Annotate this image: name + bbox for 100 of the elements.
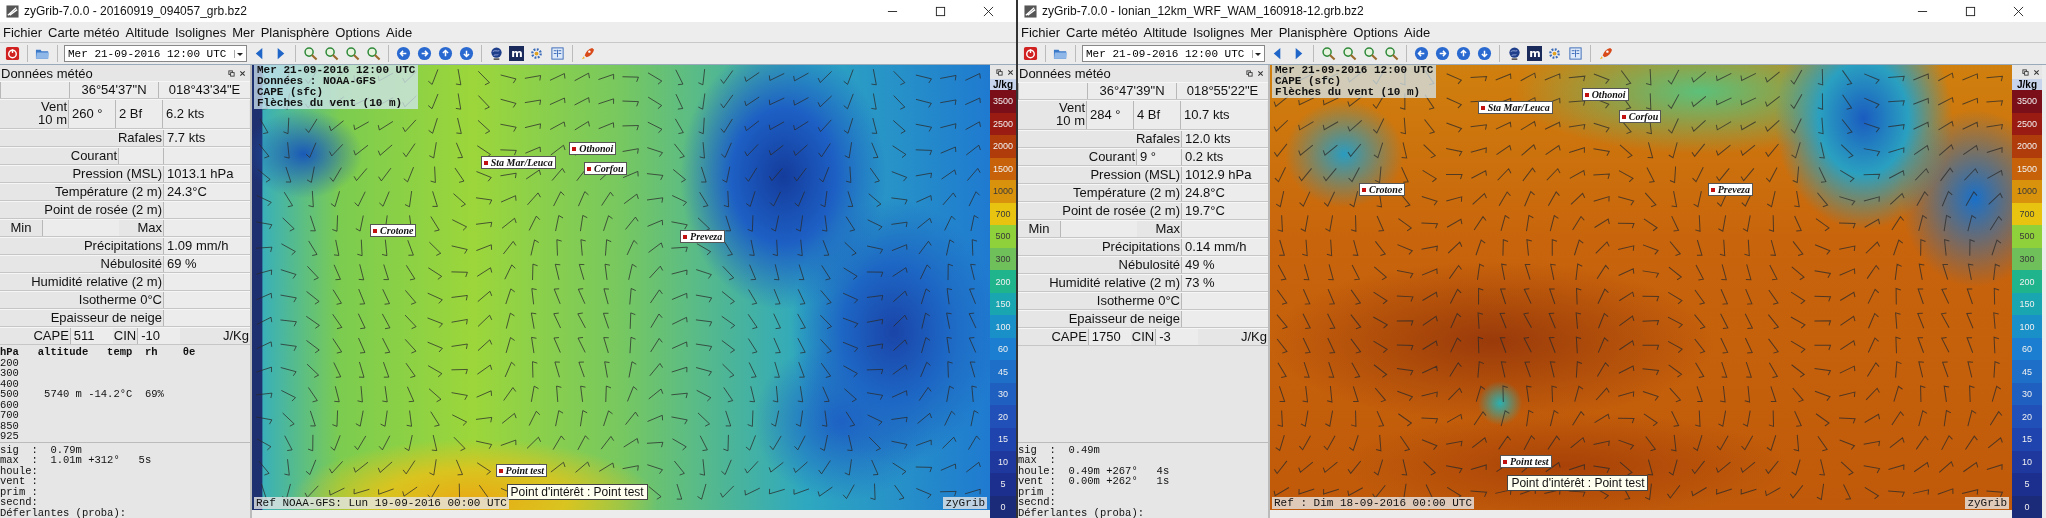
rocket-icon[interactable] [1597,46,1615,61]
menu-item[interactable]: Mer [1248,24,1275,40]
place-label[interactable]: Corfou [1618,110,1662,124]
menu-item[interactable]: Fichier [1,24,44,40]
close-icon[interactable] [983,5,994,17]
magnifier-icon[interactable] [1383,46,1401,61]
float-icon[interactable] [228,69,235,77]
brand-label: zyGrib [1965,497,2009,509]
menu-item[interactable]: Aide [1402,24,1433,40]
circle-up-icon[interactable] [1455,46,1473,61]
place-label[interactable]: Corfou [584,162,627,176]
maximize-icon[interactable] [935,5,946,17]
place-label[interactable]: Preveza [680,230,726,244]
weather-map[interactable] [1270,65,2012,510]
row-label: Point de rosée (2 m) [43,202,163,218]
legend-swatch: 200 [2012,270,2042,293]
magnifier-icon[interactable] [344,46,362,61]
value-field: 24.8°C [1181,185,1268,202]
legend-swatch: 1500 [990,157,1016,181]
value-field: 4 Bf [1133,101,1180,130]
place-label[interactable]: Sta Mar/Leuca [1477,101,1553,115]
legend-swatch: 30 [2012,382,2042,406]
power-icon[interactable] [1022,46,1039,61]
place-label[interactable]: Crotone [1359,182,1406,196]
legend-swatch: 500 [2012,225,2042,248]
menu-item[interactable]: Options [1351,24,1401,40]
book-icon[interactable] [1567,46,1585,61]
legend-swatch: 3500 [990,90,1016,113]
close-icon[interactable] [239,69,246,77]
float-icon[interactable] [996,68,1003,76]
rocket-icon[interactable] [579,46,597,61]
wave-line: secnd: [0,497,39,508]
place-label[interactable]: Preveza [1707,182,1753,196]
value-field: 1750 [1087,329,1131,346]
menu-item[interactable]: Isolignes [1190,24,1247,40]
close-icon[interactable] [2013,5,2024,17]
menu-item[interactable]: Mer [230,24,257,40]
legend-swatch: 100 [990,315,1016,338]
circle-left-icon[interactable] [1413,46,1431,61]
magnifier-icon[interactable] [302,46,320,61]
sounding-line: 500 5740 m -14.2°C 69% [0,389,165,400]
panel-title: Données météo [1019,66,1111,82]
menu-item[interactable]: Planisphère [258,24,332,40]
magnifier-icon[interactable] [365,46,383,61]
row-label: CAPE [32,328,70,344]
magnifier-icon[interactable] [323,46,341,61]
circle-down-icon[interactable] [458,46,476,61]
menu-item[interactable]: Carte météo [1064,24,1140,40]
value-field: 284 ° [1086,101,1133,130]
menu-item[interactable]: Altitude [1141,24,1189,40]
menu-item[interactable]: Isolignes [172,24,229,40]
row-label: Min [9,220,33,236]
legend-unit: J/kg [990,79,1016,90]
menu-item[interactable]: Aide [384,24,415,40]
value-field: 7.7 kts [163,130,250,146]
menu-item[interactable]: Planisphère [1276,24,1350,40]
caret-icon [234,49,245,58]
circle-up-icon[interactable] [437,46,455,61]
sounding-line: 700 [0,410,20,421]
legend-swatch: 1000 [990,180,1016,203]
weather-map[interactable] [252,65,990,510]
sounding-line: 925 [0,431,20,442]
menu-item[interactable]: Altitude [123,24,171,40]
wave-line: Déferlantes (proba): [0,507,128,518]
circle-right-icon[interactable] [416,46,434,61]
magnifier-icon[interactable] [1341,46,1359,61]
close-icon[interactable] [1007,68,1014,76]
row-label: Rafales [116,130,163,146]
circle-left-icon[interactable] [395,46,413,61]
place-label[interactable]: Othonoi [1581,87,1629,101]
date-dropdown[interactable]: Mer 21-09-2016 12:00 UTC [64,45,248,62]
map-tile-button[interactable]: m [509,46,525,61]
circle-right-icon[interactable] [1434,46,1452,61]
menu-item[interactable]: Fichier [1019,24,1062,40]
magnifier-icon[interactable] [1362,46,1380,61]
value-field: 1012.9 hPa [1181,167,1268,184]
place-label[interactable]: Othonoi [569,142,617,155]
place-label[interactable]: Point test [1500,454,1552,468]
close-icon[interactable] [1257,70,1264,78]
legend-swatch: 10 [2012,450,2042,474]
value-field: 1.09 mm/h [163,238,250,254]
row-label: Précipitations [1100,239,1181,256]
date-dropdown[interactable]: Mer 21-09-2016 12:00 UTC [1082,45,1266,62]
value-field: 10.7 kts [1180,101,1267,130]
book-icon[interactable] [549,46,567,61]
map-header-line: CAPE (sfc) [1275,76,1342,87]
close-icon[interactable] [2033,68,2040,76]
caret-icon [1252,49,1263,58]
circle-down-icon[interactable] [1476,46,1494,61]
value-field: 6.2 kts [162,100,249,128]
menu-item[interactable]: Carte météo [46,24,122,40]
map-tile-button[interactable]: m [1527,46,1543,61]
menu-item[interactable]: Options [333,24,383,40]
legend-swatch: 45 [2012,360,2042,383]
magnifier-icon[interactable] [1320,46,1338,61]
power-icon[interactable] [4,46,21,61]
float-icon[interactable] [2022,68,2029,76]
float-icon[interactable] [1246,70,1253,78]
wave-line: vent : [0,476,39,487]
maximize-icon[interactable] [1965,5,1976,17]
